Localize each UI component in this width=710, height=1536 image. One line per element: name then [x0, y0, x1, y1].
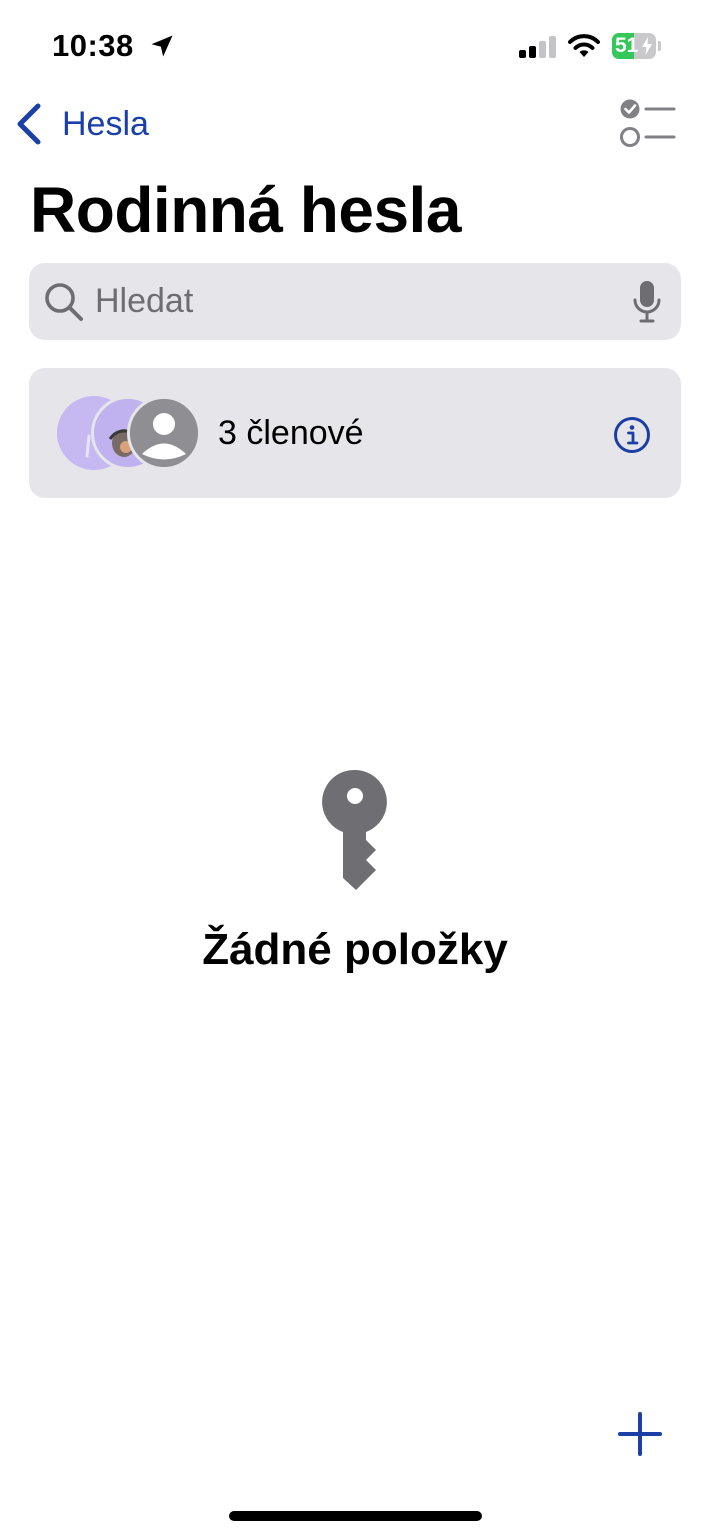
member-avatar-placeholder [127, 396, 201, 470]
battery-charging-icon: 51 [612, 33, 656, 59]
checklist-icon[interactable] [616, 96, 678, 152]
plus-icon[interactable] [616, 1410, 664, 1458]
page-title: Rodinná hesla [30, 174, 461, 246]
home-indicator [229, 1511, 482, 1521]
cellular-signal-icon [519, 36, 556, 58]
key-icon [322, 769, 387, 890]
person-icon [130, 399, 198, 467]
location-arrow-icon [151, 35, 173, 57]
back-button[interactable]: Hesla [14, 100, 149, 148]
battery-percent: 51 [615, 34, 639, 57]
microphone-icon[interactable] [631, 279, 663, 325]
search-icon [45, 283, 83, 321]
chevron-left-icon [17, 103, 41, 145]
status-time: 10:38 [52, 28, 134, 63]
charging-bolt-icon [642, 37, 652, 55]
info-icon[interactable] [613, 416, 651, 454]
wifi-icon [568, 34, 600, 57]
battery-cap [658, 41, 661, 51]
members-card[interactable]: 3 členové [29, 368, 681, 498]
back-label: Hesla [62, 104, 149, 143]
members-count-label: 3 členové [218, 414, 364, 452]
search-input[interactable] [95, 263, 615, 340]
search-bar[interactable] [29, 263, 681, 340]
empty-state-label: Žádné položky [202, 925, 508, 974]
